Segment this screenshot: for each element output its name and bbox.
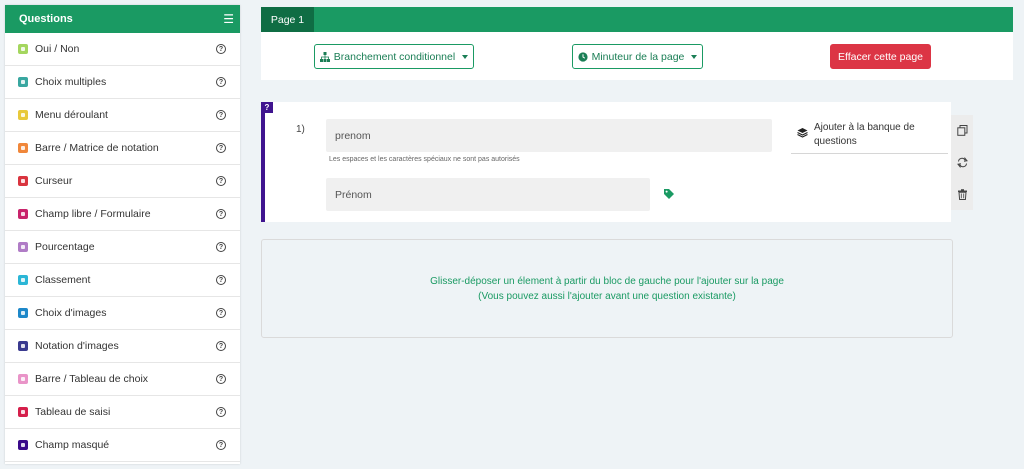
help-icon[interactable]: ?: [216, 110, 226, 120]
sidebar-item-label: Notation d'images: [35, 340, 119, 352]
hamburger-menu-icon[interactable]: ☰: [223, 13, 234, 25]
textfield-icon: [18, 209, 28, 219]
percent-icon: [18, 242, 28, 252]
layers-icon: [797, 128, 808, 138]
page-tabbar: Page 1: [261, 7, 1013, 32]
help-icon[interactable]: ?: [216, 440, 226, 450]
sidebar-item-label: Pourcentage: [35, 241, 95, 253]
help-icon[interactable]: ?: [216, 143, 226, 153]
sidebar-item[interactable]: Pourcentage?: [5, 231, 240, 264]
sitemap-icon: [319, 51, 330, 62]
slider-icon: [18, 176, 28, 186]
question-type-list: Oui / Non? Choix multiples? Menu déroulant…: [5, 33, 240, 462]
input-table-icon: [18, 407, 28, 417]
sidebar-item[interactable]: Menu déroulant?: [5, 99, 240, 132]
copy-icon[interactable]: [955, 124, 969, 138]
help-icon[interactable]: ?: [216, 341, 226, 351]
help-icon[interactable]: ?: [216, 242, 226, 252]
help-icon[interactable]: ?: [216, 77, 226, 87]
sidebar-title: Questions: [19, 13, 73, 25]
question-type-badge: ?: [261, 102, 273, 113]
sidebar-item[interactable]: Oui / Non?: [5, 33, 240, 66]
question-card: ? 1) prenom Les espaces et les caractère…: [261, 102, 951, 222]
swap-icon[interactable]: [955, 155, 969, 169]
tab-page-1[interactable]: Page 1: [261, 7, 314, 32]
sidebar-item-label: Oui / Non: [35, 43, 80, 55]
sidebar-item[interactable]: Champ libre / Formulaire?: [5, 198, 240, 231]
caret-down-icon: [691, 54, 698, 59]
dropdown-icon: [18, 110, 28, 120]
sidebar-item[interactable]: Choix multiples?: [5, 66, 240, 99]
help-icon[interactable]: ?: [216, 374, 226, 384]
sidebar-item-label: Choix multiples: [35, 76, 107, 88]
ranking-icon: [18, 275, 28, 285]
field-name-hint: Les espaces et les caractères spéciaux n…: [329, 156, 520, 163]
sidebar-item-label: Barre / Tableau de choix: [35, 373, 149, 385]
sidebar-item-label: Barre / Matrice de notation: [35, 142, 159, 154]
question-dropzone[interactable]: Glisser-déposer un élement à partir du b…: [261, 239, 953, 338]
sidebar-item-label: Champ masqué: [35, 439, 110, 451]
rating-icon: [18, 143, 28, 153]
sidebar-item[interactable]: Champ masqué?: [5, 429, 240, 462]
sidebar-header: Questions ☰: [5, 5, 240, 33]
sidebar-item[interactable]: Choix d'images?: [5, 297, 240, 330]
choice-table-icon: [18, 374, 28, 384]
branching-button[interactable]: Branchement conditionnel: [314, 44, 474, 69]
sidebar-item-label: Champ libre / Formulaire: [35, 208, 151, 220]
sidebar-item[interactable]: Barre / Tableau de choix?: [5, 363, 240, 396]
sidebar-item[interactable]: Tableau de saisi?: [5, 396, 240, 429]
help-icon[interactable]: ?: [216, 44, 226, 54]
hidden-field-icon: [18, 440, 28, 450]
questions-sidebar: Questions ☰ Oui / Non? Choix multiples? Me…: [5, 5, 240, 464]
question-actions: [951, 115, 973, 210]
image-choice-icon: [18, 308, 28, 318]
sidebar-item[interactable]: Notation d'images?: [5, 330, 240, 363]
sidebar-item-label: Tableau de saisi: [35, 406, 111, 418]
page-timer-button[interactable]: Minuteur de la page: [572, 44, 703, 69]
help-icon[interactable]: ?: [216, 308, 226, 318]
delete-page-button[interactable]: Effacer cette page: [830, 44, 931, 69]
sidebar-item-label: Curseur: [35, 175, 73, 187]
dropzone-subtext: (Vous pouvez aussi l'ajouter avant une q…: [478, 290, 736, 302]
sidebar-item-label: Choix d'images: [35, 307, 107, 319]
field-name-input[interactable]: prenom: [326, 119, 772, 152]
clock-icon: [577, 51, 588, 62]
sidebar-item[interactable]: Classement?: [5, 264, 240, 297]
field-label-input[interactable]: Prénom: [326, 178, 650, 211]
add-to-question-bank-button[interactable]: Ajouter à la banque de questions: [791, 117, 948, 154]
dropzone-instruction: Glisser-déposer un élement à partir du b…: [430, 275, 784, 287]
sidebar-item[interactable]: Barre / Matrice de notation?: [5, 132, 240, 165]
check-icon: [18, 44, 28, 54]
page-toolbar: Branchement conditionnel Minuteur de la …: [261, 32, 1013, 80]
help-icon[interactable]: ?: [216, 275, 226, 285]
caret-down-icon: [462, 54, 469, 59]
help-icon[interactable]: ?: [216, 407, 226, 417]
sidebar-item-label: Menu déroulant: [35, 109, 108, 121]
question-number: 1): [296, 124, 305, 135]
add-to-question-bank-label: Ajouter à la banque de questions: [814, 122, 915, 147]
page-timer-label: Minuteur de la page: [591, 50, 685, 63]
radio-icon: [18, 77, 28, 87]
branching-button-label: Branchement conditionnel: [333, 50, 456, 63]
tag-icon[interactable]: [663, 188, 675, 200]
help-icon[interactable]: ?: [216, 209, 226, 219]
trash-icon[interactable]: [955, 187, 969, 201]
sidebar-item-label: Classement: [35, 274, 91, 286]
image-rating-icon: [18, 341, 28, 351]
sidebar-item[interactable]: Curseur?: [5, 165, 240, 198]
help-icon[interactable]: ?: [216, 176, 226, 186]
